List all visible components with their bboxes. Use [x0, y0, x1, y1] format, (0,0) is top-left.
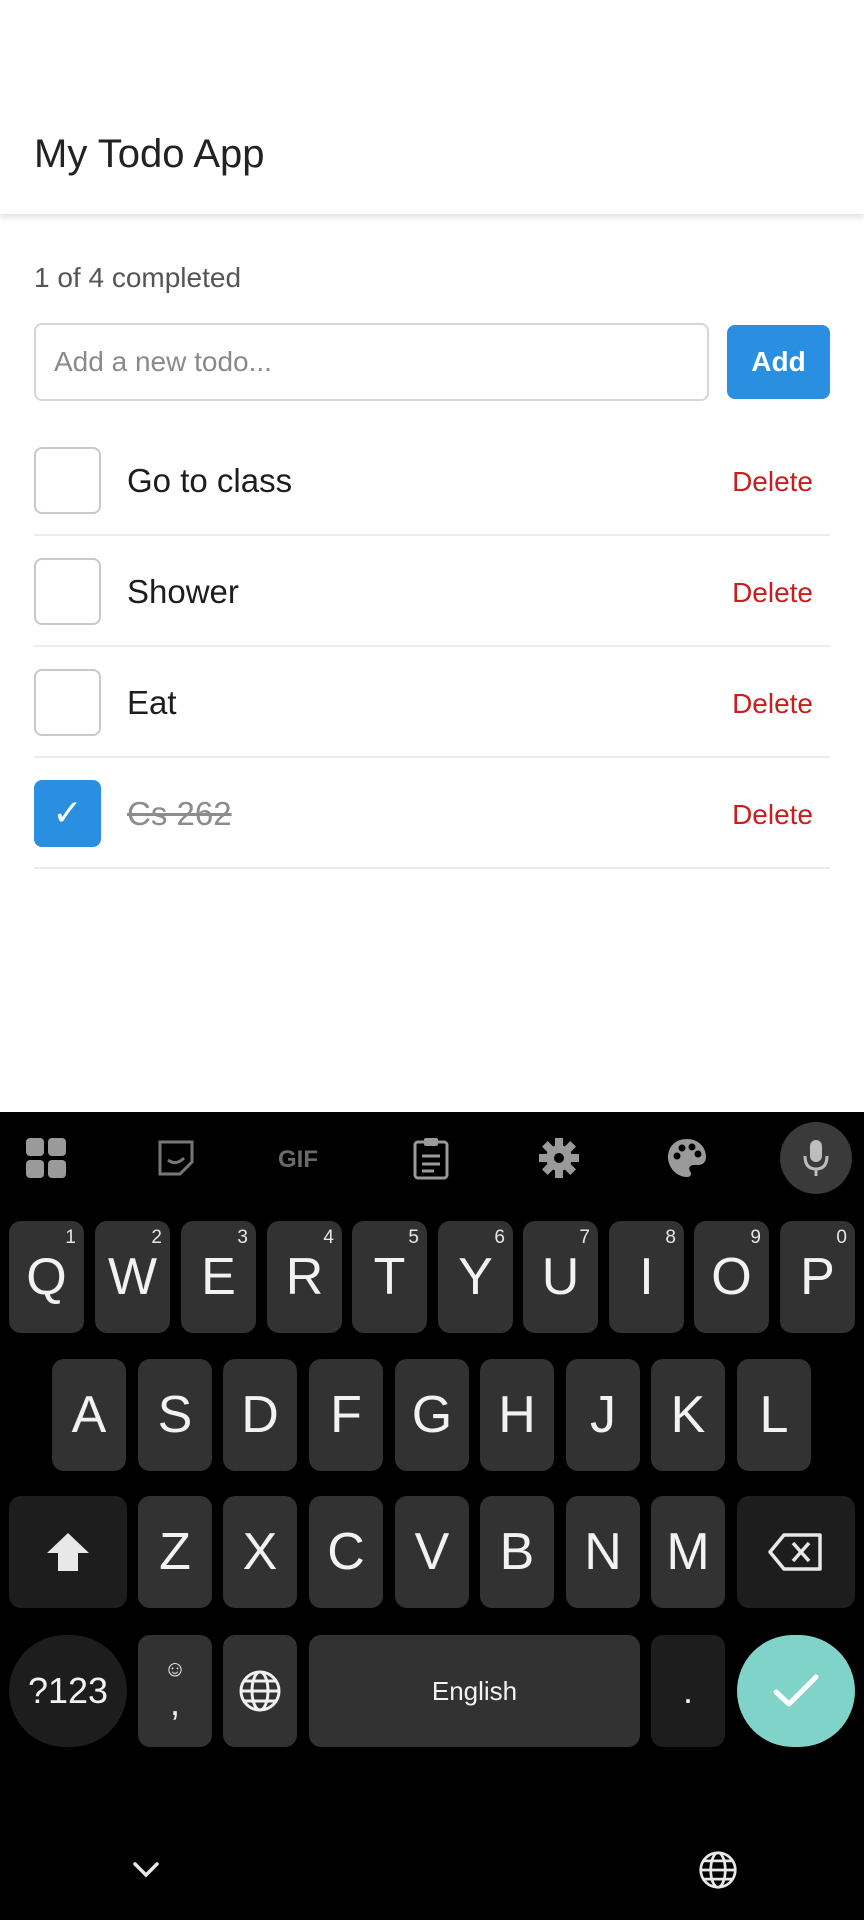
key-s[interactable]: S [138, 1359, 212, 1471]
emoji-icon: ☺ [163, 1656, 187, 1681]
backspace-icon [768, 1533, 822, 1571]
key-i[interactable]: I8 [609, 1221, 684, 1333]
period-key[interactable]: . [651, 1635, 725, 1747]
todo-item: ✓ Cs 262 Delete [34, 758, 830, 869]
key-l[interactable]: L [737, 1359, 811, 1471]
palette-icon[interactable] [655, 1126, 719, 1190]
space-bar[interactable]: English [309, 1635, 640, 1747]
todo-checkbox[interactable] [34, 447, 101, 514]
key-w[interactable]: W2 [95, 1221, 170, 1333]
todo-checkbox-checked[interactable]: ✓ [34, 780, 101, 847]
add-button[interactable]: Add [727, 325, 830, 399]
key-d[interactable]: D [223, 1359, 297, 1471]
comma-emoji-key[interactable]: ☺ , [138, 1635, 212, 1747]
backspace-key[interactable] [737, 1496, 855, 1608]
delete-button[interactable]: Delete [732, 577, 813, 609]
delete-button[interactable]: Delete [732, 799, 813, 831]
todo-list: Go to class Delete Shower Delete Eat Del… [34, 425, 830, 869]
key-x[interactable]: X [223, 1496, 297, 1608]
clipboard-icon[interactable] [399, 1126, 463, 1190]
key-o[interactable]: O9 [694, 1221, 769, 1333]
key-q[interactable]: Q1 [9, 1221, 84, 1333]
delete-button[interactable]: Delete [732, 688, 813, 720]
todo-text: Shower [127, 573, 239, 610]
key-n[interactable]: N [566, 1496, 640, 1608]
mic-icon[interactable] [780, 1122, 852, 1194]
svg-text:GIF: GIF [278, 1146, 318, 1173]
key-g[interactable]: G [395, 1359, 469, 1471]
todo-text: Eat [127, 684, 177, 721]
shift-arrow-icon [47, 1533, 89, 1571]
key-j[interactable]: J [566, 1359, 640, 1471]
key-t[interactable]: T5 [352, 1221, 427, 1333]
page-title: My Todo App [34, 132, 265, 176]
key-k[interactable]: K [651, 1359, 725, 1471]
sticker-icon[interactable] [144, 1126, 208, 1190]
key-h[interactable]: H [480, 1359, 554, 1471]
todo-item: Eat Delete [34, 647, 830, 758]
todo-item: Shower Delete [34, 536, 830, 647]
key-p[interactable]: P0 [780, 1221, 855, 1333]
key-a[interactable]: A [52, 1359, 126, 1471]
keyboard-toolbar: GIF [0, 1112, 864, 1204]
navigation-bar [0, 1820, 864, 1920]
completion-summary: 1 of 4 completed [34, 262, 242, 293]
delete-button[interactable]: Delete [732, 466, 813, 498]
todo-text: Go to class [127, 462, 293, 499]
key-u[interactable]: U7 [523, 1221, 598, 1333]
new-todo-input[interactable] [34, 323, 709, 401]
key-v[interactable]: V [395, 1496, 469, 1608]
shift-key[interactable] [9, 1496, 127, 1608]
checkmark-icon: ✓ [52, 792, 83, 834]
language-switch-globe-icon[interactable] [690, 1842, 746, 1898]
key-c[interactable]: C [309, 1496, 383, 1608]
key-m[interactable]: M [651, 1496, 725, 1608]
key-z[interactable]: Z [138, 1496, 212, 1608]
symbols-key[interactable]: ?123 [9, 1635, 127, 1747]
enter-key[interactable] [737, 1635, 855, 1747]
todo-checkbox[interactable] [34, 558, 101, 625]
todo-checkbox[interactable] [34, 669, 101, 736]
key-b[interactable]: B [480, 1496, 554, 1608]
apps-grid-icon[interactable] [14, 1126, 78, 1190]
key-e[interactable]: E3 [181, 1221, 256, 1333]
todo-text-completed: Cs 262 [127, 795, 232, 832]
key-f[interactable]: F [309, 1359, 383, 1471]
key-y[interactable]: Y6 [438, 1221, 513, 1333]
gif-icon[interactable]: GIF [270, 1126, 334, 1190]
todo-item: Go to class Delete [34, 425, 830, 536]
hide-keyboard-chevron-icon[interactable] [118, 1842, 174, 1898]
language-key[interactable] [223, 1635, 297, 1747]
key-r[interactable]: R4 [267, 1221, 342, 1333]
app-header: My Todo App [0, 0, 864, 215]
settings-gear-icon[interactable] [527, 1126, 591, 1190]
globe-icon [239, 1670, 281, 1712]
checkmark-icon [773, 1674, 819, 1707]
